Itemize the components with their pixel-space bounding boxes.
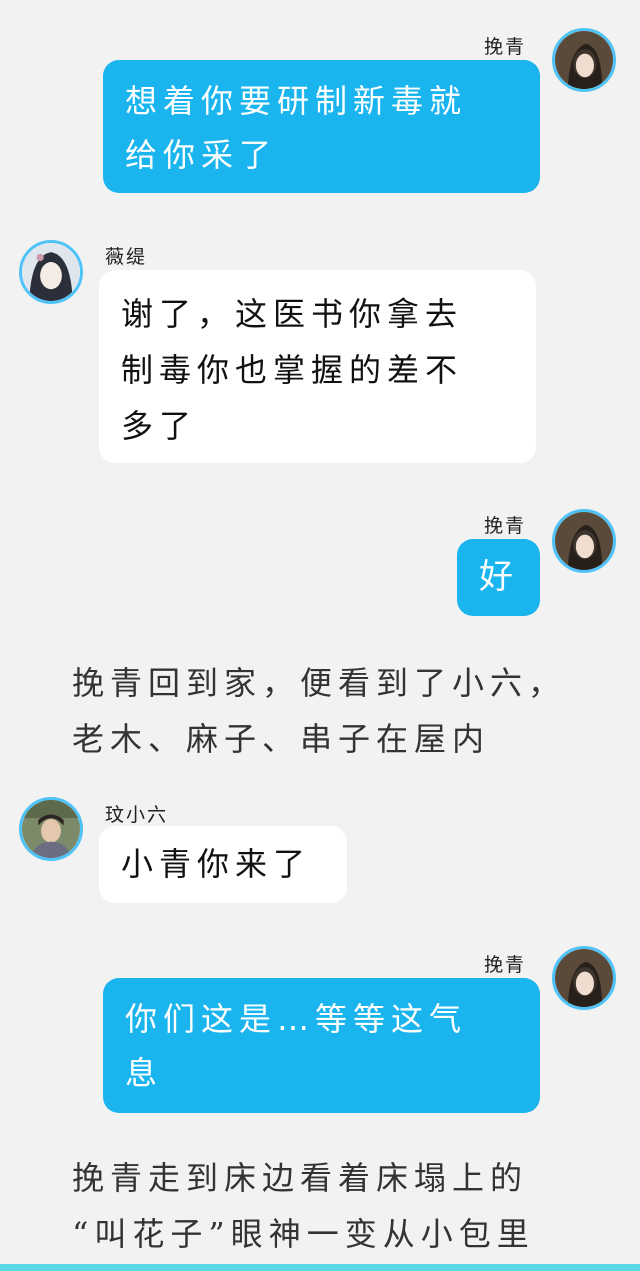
- message-bubble[interactable]: 小青你来了: [99, 826, 347, 903]
- sender-name: 挽青: [484, 36, 527, 58]
- avatar-wanqing-icon[interactable]: [552, 509, 616, 573]
- message-bubble[interactable]: 你们这是…等等这气 息: [103, 978, 540, 1113]
- message-bubble[interactable]: 谢了，这医书你拿去 制毒你也掌握的差不 多了: [99, 270, 536, 463]
- message-text: 想着你要研制新毒就 给你采了: [125, 82, 468, 174]
- message-text: 小青你来了: [121, 845, 312, 883]
- message-text: 谢了，这医书你拿去 制毒你也掌握的差不 多了: [121, 295, 464, 445]
- sender-name: 玟小六: [105, 804, 169, 826]
- message-text: 你们这是…等等这气 息: [125, 1000, 468, 1092]
- sender-name: 挽青: [484, 515, 527, 537]
- avatar-weiti-icon[interactable]: [19, 240, 83, 304]
- bottom-bar: [0, 1264, 640, 1271]
- narration-text: 挽青回到家，便看到了小六， 老木、麻子、串子在屋内: [72, 664, 567, 758]
- sender-name: 挽青: [484, 954, 527, 976]
- avatar-wanqing-icon[interactable]: [552, 946, 616, 1010]
- message-bubble[interactable]: 想着你要研制新毒就 给你采了: [103, 60, 540, 193]
- avatar-wanqing-icon[interactable]: [552, 28, 616, 92]
- sender-name: 薇缇: [105, 246, 148, 268]
- avatar-xiaoliu-icon[interactable]: [19, 797, 83, 861]
- message-text: 好: [479, 557, 519, 597]
- message-bubble[interactable]: 好: [457, 539, 540, 616]
- narration-text: 挽青走到床边看着床塌上的 “叫花子”眼神一变从小包里: [72, 1159, 535, 1253]
